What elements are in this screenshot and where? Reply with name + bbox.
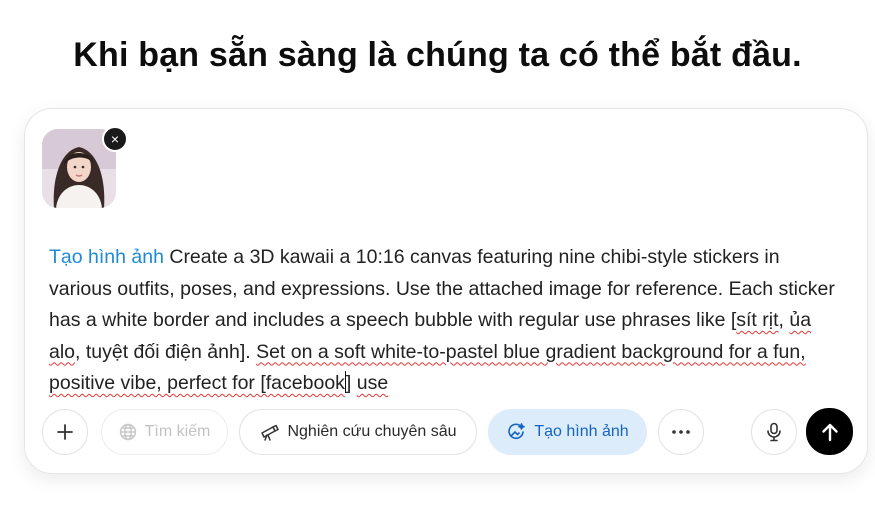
search-label: Tìm kiếm bbox=[144, 423, 211, 440]
search-button[interactable]: Tìm kiếm bbox=[101, 409, 228, 455]
prompt-text-segment: , tuyệt đối điện ảnh]. bbox=[75, 340, 257, 363]
send-button[interactable] bbox=[806, 408, 853, 455]
add-attachment-button[interactable] bbox=[42, 409, 88, 455]
image-sparkle-icon bbox=[506, 422, 526, 442]
arrow-up-icon bbox=[821, 422, 839, 442]
prompt-composer: × Tạo hình ảnh Create a 3D kawaii a 10:1… bbox=[24, 108, 868, 474]
deep-research-label: Nghiên cứu chuyên sâu bbox=[287, 423, 457, 440]
misspelled-word: use bbox=[356, 372, 389, 394]
plus-icon bbox=[56, 423, 74, 441]
telescope-icon bbox=[259, 423, 280, 441]
create-image-chip: Tạo hình ảnh bbox=[49, 246, 164, 268]
voice-input-button[interactable] bbox=[751, 409, 797, 455]
create-image-label: Tạo hình ảnh bbox=[534, 423, 629, 440]
more-options-button[interactable] bbox=[658, 409, 704, 455]
prompt-text-segment: , bbox=[778, 309, 790, 331]
prompt-text-segment: Create a 3D kawaii a 10:16 canvas featur… bbox=[49, 246, 835, 331]
more-icon bbox=[672, 430, 690, 434]
composer-toolbar: Tìm kiếm Nghiên cứu chuyên sâu Tạo hình … bbox=[25, 408, 867, 457]
misspelled-word: sít rịt bbox=[736, 309, 779, 331]
globe-icon bbox=[119, 423, 137, 441]
page-heading: Khi bạn sẵn sàng là chúng ta có thể bắt … bbox=[73, 36, 802, 74]
microphone-icon bbox=[766, 422, 782, 442]
prompt-text[interactable]: Tạo hình ảnh Create a 3D kawaii a 10:16 … bbox=[49, 242, 839, 400]
remove-attachment-button[interactable]: × bbox=[102, 126, 128, 152]
prompt-text-segment: ] bbox=[345, 372, 357, 394]
deep-research-button[interactable]: Nghiên cứu chuyên sâu bbox=[239, 409, 477, 455]
create-image-button[interactable]: Tạo hình ảnh bbox=[488, 409, 647, 455]
